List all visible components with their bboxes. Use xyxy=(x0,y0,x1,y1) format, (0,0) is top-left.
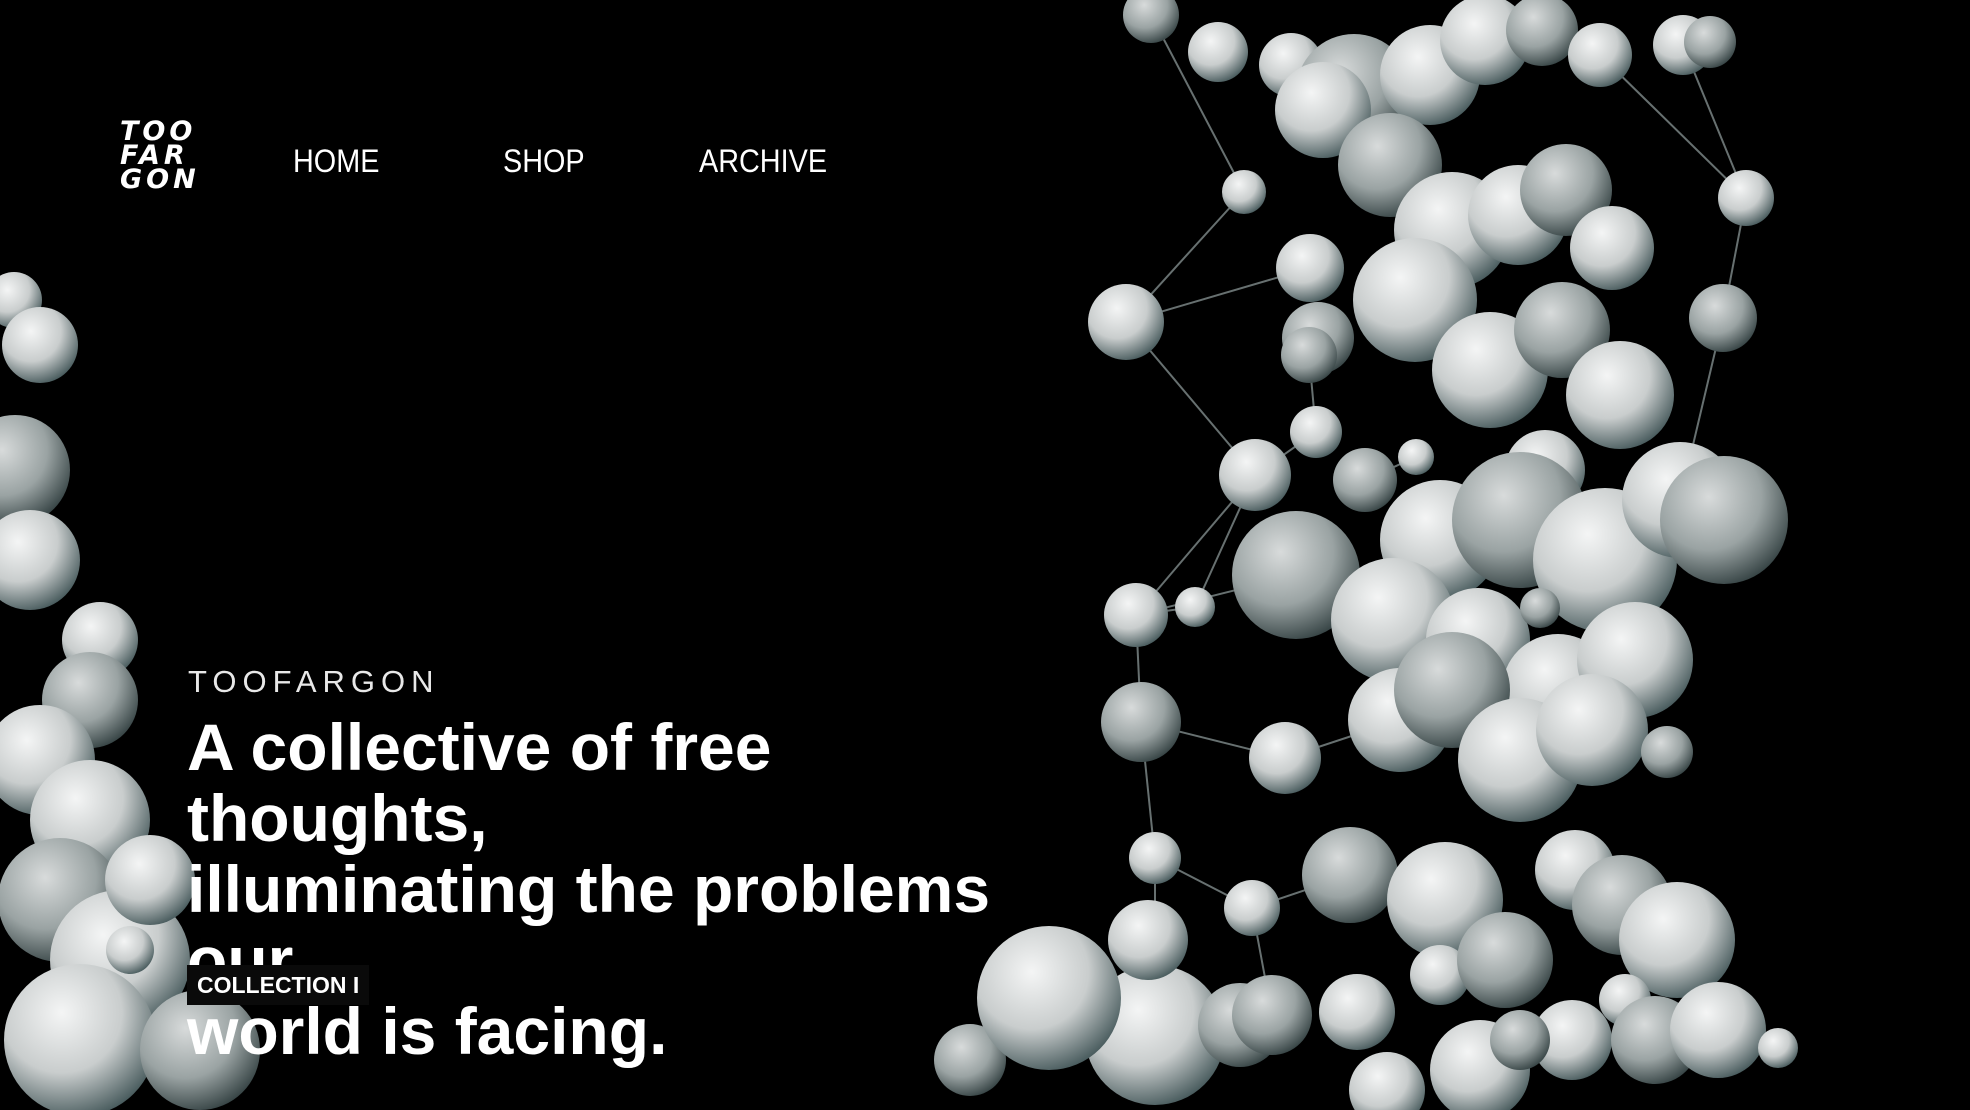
molecule-sphere xyxy=(1188,22,1248,82)
nav-shop[interactable]: SHOP xyxy=(503,143,585,180)
molecule-sphere xyxy=(1457,912,1553,1008)
molecule-sphere xyxy=(106,926,154,974)
molecule-sphere xyxy=(1718,170,1774,226)
logo-line: GON xyxy=(120,164,200,195)
molecule-sphere xyxy=(1319,974,1395,1050)
molecule-sphere xyxy=(1276,234,1344,302)
hero-headline: A collective of free thoughts, illuminat… xyxy=(187,712,1087,1067)
molecule-sphere xyxy=(1349,1052,1425,1110)
molecule-sphere xyxy=(1290,406,1342,458)
molecule-sphere xyxy=(1566,341,1674,449)
nav-archive[interactable]: ARCHIVE xyxy=(699,143,827,180)
molecule-sphere xyxy=(2,307,78,383)
molecule-sphere xyxy=(1570,206,1654,290)
molecule-sphere xyxy=(1536,674,1648,786)
headline-line: A collective of free thoughts, xyxy=(187,710,772,855)
molecule-sphere xyxy=(1123,0,1179,43)
molecule-sphere xyxy=(1108,900,1188,980)
molecule-sphere xyxy=(4,964,156,1110)
molecule-sphere xyxy=(1641,726,1693,778)
molecule-sphere xyxy=(1219,439,1291,511)
molecule-sphere xyxy=(1333,448,1397,512)
molecule-sphere xyxy=(0,510,80,610)
molecule-sphere xyxy=(1104,583,1168,647)
molecule-sphere xyxy=(1175,587,1215,627)
hero-eyebrow: TOOFARGON xyxy=(188,664,440,699)
molecule-sphere xyxy=(1398,439,1434,475)
nav-home[interactable]: HOME xyxy=(293,143,379,180)
brand-logo[interactable]: TOO FAR GON xyxy=(120,118,200,200)
molecule-sphere xyxy=(1568,23,1632,87)
molecule-sphere xyxy=(0,415,70,525)
molecule-sphere xyxy=(1660,456,1788,584)
molecule-sphere xyxy=(1222,170,1266,214)
molecule-sphere xyxy=(1490,1010,1550,1070)
molecule-sphere xyxy=(1520,588,1560,628)
molecule-sphere xyxy=(1101,682,1181,762)
collection-button[interactable]: COLLECTION I xyxy=(187,965,370,1005)
molecule-sphere xyxy=(1224,880,1280,936)
molecule-sphere xyxy=(1088,284,1164,360)
molecule-sphere xyxy=(1129,832,1181,884)
molecule-sphere xyxy=(1758,1028,1798,1068)
headline-line: world is facing. xyxy=(187,994,668,1068)
molecule-sphere xyxy=(1249,722,1321,794)
molecule-sphere xyxy=(1670,982,1766,1078)
molecule-sphere xyxy=(1232,975,1312,1055)
molecule-sphere xyxy=(1281,327,1337,383)
molecule-sphere xyxy=(1302,827,1398,923)
molecule-sphere xyxy=(105,835,195,925)
molecule-sphere xyxy=(1684,16,1736,68)
molecule-sphere xyxy=(1689,284,1757,352)
